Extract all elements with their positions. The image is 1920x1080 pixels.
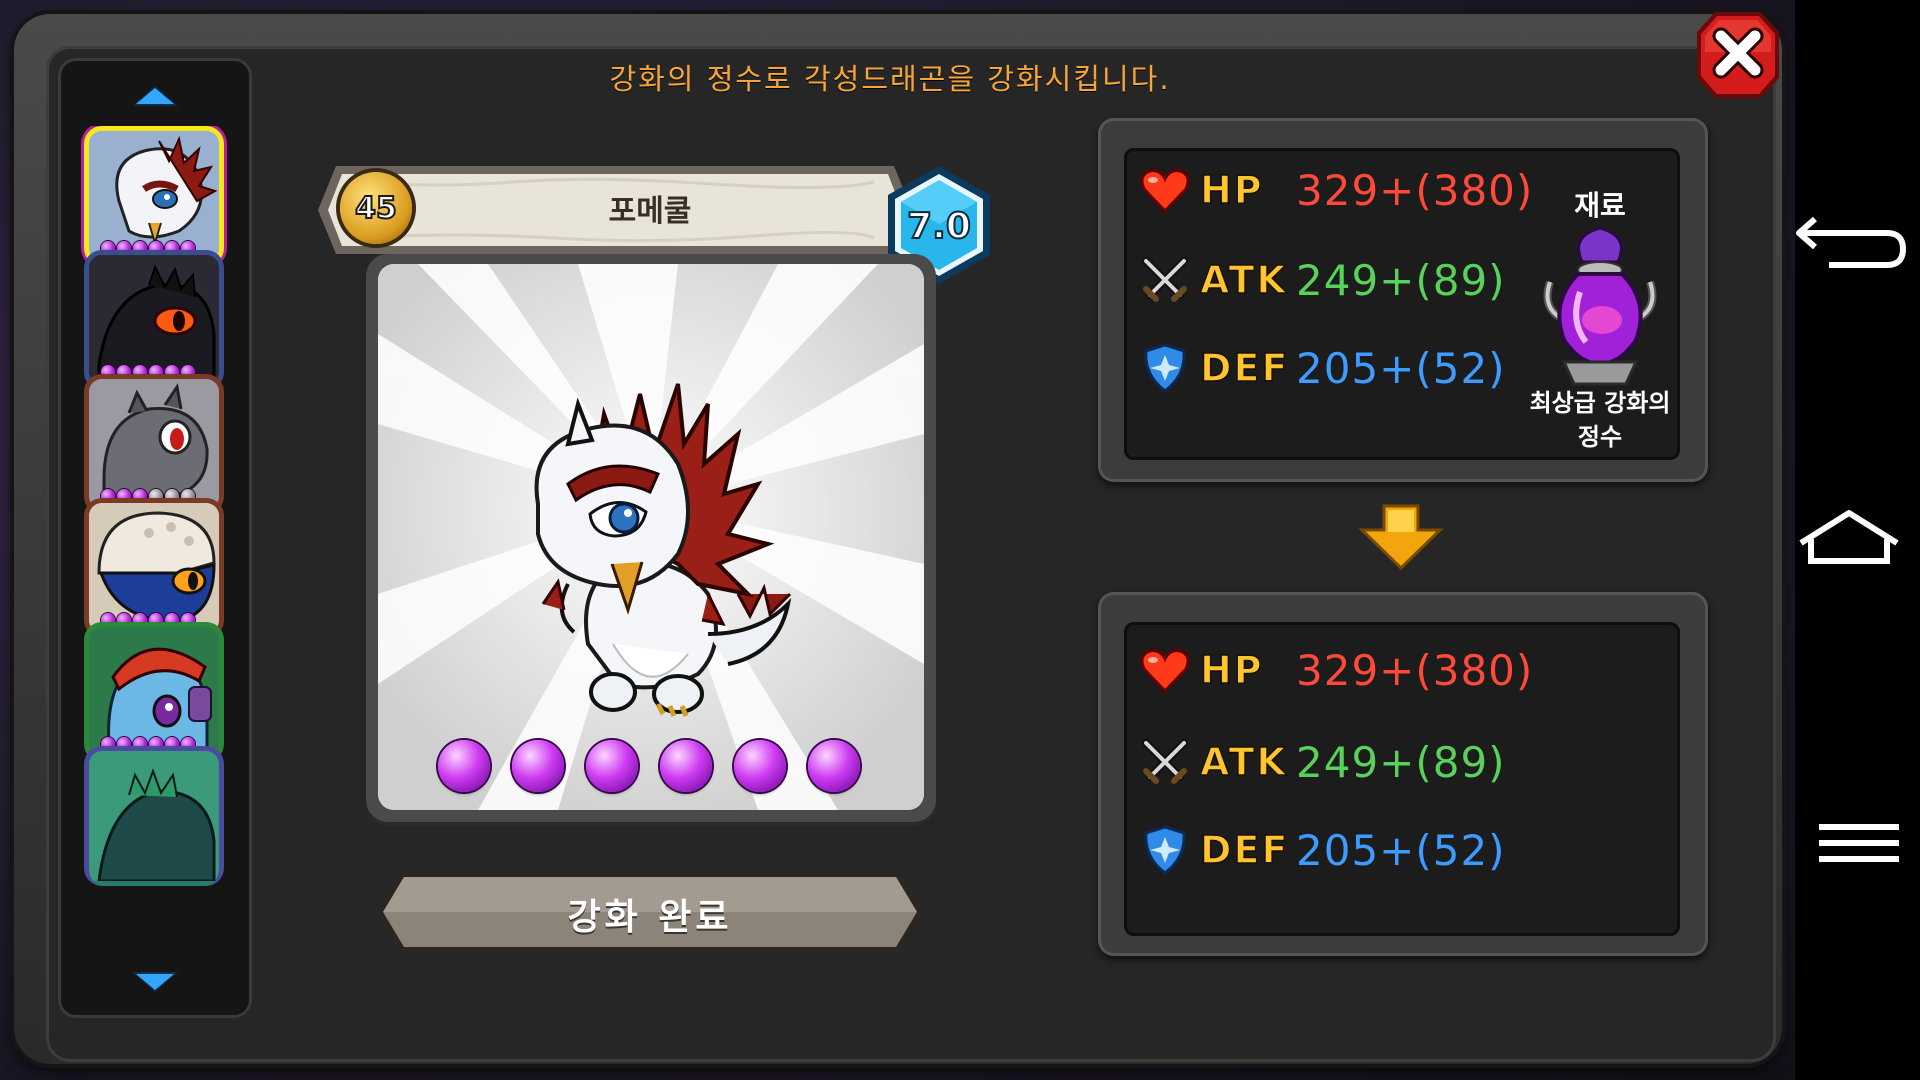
atk-row: ATK 249+(89)	[1138, 252, 1506, 308]
dragon-artwork	[378, 264, 924, 810]
heart-icon	[1140, 169, 1190, 214]
gem-5	[734, 740, 786, 792]
portrait-dark-dragon[interactable]	[84, 250, 224, 390]
result-def-row: DEF 205+(52)	[1138, 822, 1506, 878]
instruction-text: 강화의 정수로 각성드래곤을 강화시킵니다.	[609, 62, 1171, 96]
essence-potion-icon	[1543, 226, 1657, 386]
gem-3	[586, 740, 638, 792]
portrait-ice-dragon[interactable]	[84, 622, 224, 762]
material-name-line1: 최상급 강화의	[1529, 389, 1671, 417]
material-name-line2: 정수	[1577, 423, 1623, 451]
dragon-name: 포메쿨	[608, 194, 692, 229]
grade-value: 7.0	[907, 206, 971, 247]
result-atk-row: ATK 249+(89)	[1138, 734, 1506, 790]
shield-icon	[1144, 343, 1186, 393]
scroll-up-button[interactable]	[58, 76, 252, 116]
arrow-down-icon	[132, 972, 178, 992]
result-hp-value: 329+(380)	[1296, 645, 1534, 695]
portrait-grey-dragon[interactable]	[84, 374, 224, 514]
system-navigation-bar	[1795, 0, 1920, 1080]
def-row: DEF 205+(52)	[1138, 340, 1506, 396]
result-stats-panel: HP 329+(380) ATK 249+(89) DEF 205+(52)	[1098, 592, 1708, 956]
gem-slots	[438, 740, 860, 792]
nav-menu-button[interactable]	[1795, 790, 1920, 900]
result-def-value: 205+(52)	[1296, 825, 1506, 875]
crossed-swords-icon	[1142, 257, 1188, 302]
dragon-list-sidebar	[58, 58, 252, 1018]
portrait-green-dragon[interactable]	[84, 746, 224, 886]
material-name: 최상급 강화의 정수	[1512, 386, 1688, 454]
gem-1	[438, 740, 490, 792]
gem-4	[660, 740, 712, 792]
atk-value: 249+(89)	[1296, 255, 1506, 305]
result-atk-value: 249+(89)	[1296, 737, 1506, 787]
arrow-up-icon	[132, 86, 178, 106]
level-badge: 45	[340, 172, 412, 244]
scroll-down-button[interactable]	[58, 962, 252, 1002]
hp-value: 329+(380)	[1296, 165, 1534, 215]
hp-row: HP 329+(380)	[1138, 162, 1533, 218]
material-label: 재료	[1574, 189, 1626, 222]
nav-back-button[interactable]	[1795, 185, 1920, 295]
gem-2	[512, 740, 564, 792]
dragon-portrait-list	[58, 126, 252, 948]
portrait-bone-helmet-dragon[interactable]	[84, 498, 224, 638]
result-stats-box: HP 329+(380) ATK 249+(89) DEF 205+(52)	[1124, 622, 1680, 936]
nav-home-button[interactable]	[1795, 485, 1920, 595]
heart-icon	[1140, 649, 1190, 694]
down-arrow-icon	[1358, 504, 1444, 571]
def-label: DEF	[1199, 345, 1290, 391]
result-hp-label: HP	[1199, 647, 1264, 693]
result-hp-row: HP 329+(380)	[1138, 642, 1533, 698]
gem-6	[808, 740, 860, 792]
close-x-icon	[1697, 12, 1779, 98]
hp-label: HP	[1199, 167, 1264, 213]
close-button[interactable]	[1695, 8, 1781, 102]
def-value: 205+(52)	[1296, 343, 1506, 393]
button-shape	[376, 872, 924, 952]
crossed-swords-icon	[1142, 739, 1188, 784]
home-icon	[1799, 510, 1899, 564]
shield-icon	[1144, 825, 1186, 875]
dragon-card-art	[378, 264, 924, 810]
green-dragon-portrait	[89, 751, 219, 881]
menu-icon	[1819, 824, 1899, 862]
dragon-card	[366, 254, 936, 822]
result-def-label: DEF	[1199, 827, 1290, 873]
portrait-pomekul[interactable]	[84, 126, 224, 266]
atk-label: ATK	[1199, 257, 1288, 303]
result-atk-label: ATK	[1199, 739, 1288, 785]
back-icon	[1796, 216, 1907, 268]
enhance-complete-button[interactable]	[372, 868, 928, 956]
game-screen: 강화의 정수로 각성드래곤을 강화시킵니다. 45 포메쿨 7.0 강화 완료 …	[0, 0, 1795, 1080]
